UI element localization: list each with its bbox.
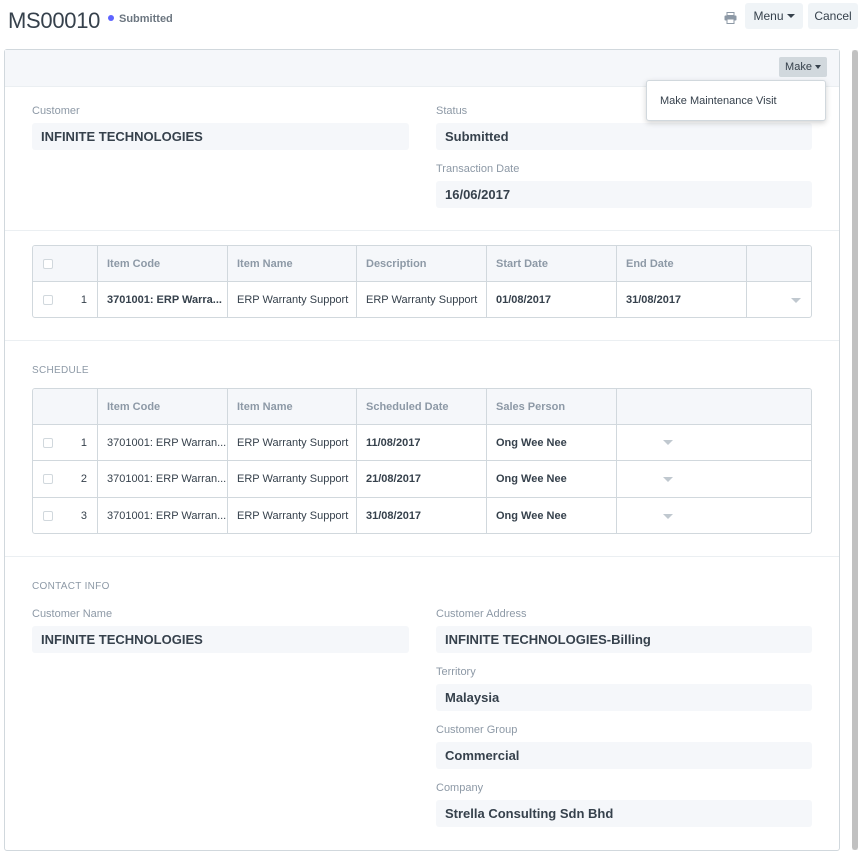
status-indicator-label: Submitted [119,13,173,25]
table-row[interactable]: 2 3701001: ERP Warran... ERP Warranty Su… [33,461,811,498]
table-row[interactable]: 3 3701001: ERP Warran... ERP Warranty Su… [33,498,811,533]
make-dropdown-menu: Make Maintenance Visit [646,80,826,121]
row-select-cell[interactable]: 1 [33,425,98,460]
item-name-cell[interactable]: ERP Warranty Support [228,461,357,497]
page-scrollbar[interactable] [852,50,858,850]
caret-down-icon [786,14,795,18]
caret-down-icon [791,297,801,303]
schedule-table-header: Item Code Item Name Scheduled Date Sales… [33,389,811,425]
checkbox-icon[interactable] [43,295,53,305]
start-date-cell[interactable]: 01/08/2017 [487,282,617,317]
menu-item-make-maintenance-visit[interactable]: Make Maintenance Visit [660,95,777,107]
item-code-cell[interactable]: 3701001: ERP Warran... [98,461,228,497]
table-row[interactable]: 1 3701001: ERP Warran... ERP Warranty Su… [33,425,811,461]
column-header-actions [617,389,811,424]
caret-down-icon [814,65,821,69]
checkbox-icon[interactable] [43,258,53,269]
cancel-button[interactable]: Cancel [808,3,858,29]
item-name-cell[interactable]: ERP Warranty Support [228,425,357,460]
checkbox-icon[interactable] [43,511,53,521]
customer-label: Customer [32,105,80,117]
customer-field[interactable]: INFINITE TECHNOLOGIES [32,123,409,150]
section-divider [5,556,839,557]
item-name-cell[interactable]: ERP Warranty Support [228,282,357,317]
sales-person-cell[interactable]: Ong Wee Nee [487,498,617,533]
contact-info-section-title: CONTACT INFO [32,581,110,592]
transaction-date-label: Transaction Date [436,163,520,175]
status-indicator: Submitted [108,13,173,25]
column-header: Item Name [228,246,357,281]
item-code-cell[interactable]: 3701001: ERP Warran... [98,498,228,533]
printer-icon[interactable] [718,6,742,30]
item-code-cell[interactable]: 3701001: ERP Warran... [98,425,228,460]
schedule-table: Item Code Item Name Scheduled Date Sales… [32,388,812,534]
column-header: Item Code [98,246,228,281]
row-expand-button[interactable] [617,461,811,497]
customer-name-label: Customer Name [32,608,113,620]
menu-button[interactable]: Menu [745,3,803,29]
column-header: Start Date [487,246,617,281]
item-name-cell[interactable]: ERP Warranty Support [228,498,357,533]
status-field[interactable]: Submitted [436,123,812,150]
customer-group-label: Customer Group [436,724,518,736]
page-header: MS00010 Submitted Menu Cancel [0,0,860,48]
sales-person-cell[interactable]: Ong Wee Nee [487,461,617,497]
page-title: MS00010 [8,8,101,33]
column-header: Scheduled Date [357,389,487,424]
transaction-date-field[interactable]: 16/06/2017 [436,181,812,208]
menu-button-label: Menu [753,9,784,23]
status-label: Status [436,105,468,117]
row-index: 3 [80,510,87,522]
make-button[interactable]: Make [779,57,827,77]
schedule-section-title: SCHEDULE [32,365,89,376]
column-header: End Date [617,246,747,281]
cancel-button-label: Cancel [814,9,852,23]
column-header: Item Code [98,389,228,424]
column-header-index [33,389,98,424]
customer-name-field[interactable]: INFINITE TECHNOLOGIES [32,626,409,653]
company-label: Company [436,782,484,794]
select-all-checkbox-cell[interactable] [33,246,98,281]
item-code-cell[interactable]: 3701001: ERP Warra... [98,282,228,317]
sales-person-cell[interactable]: Ong Wee Nee [487,425,617,460]
territory-label: Territory [436,666,476,678]
row-select-cell[interactable]: 2 [33,461,98,497]
column-header: Item Name [228,389,357,424]
caret-down-icon [663,476,673,482]
company-field[interactable]: Strella Consulting Sdn Bhd [436,800,812,827]
customer-address-label: Customer Address [436,608,527,620]
row-select-cell[interactable]: 3 [33,498,98,533]
caret-down-icon [663,440,673,445]
make-button-label: Make [785,61,812,73]
description-cell[interactable]: ERP Warranty Support [357,282,487,317]
row-expand-button[interactable] [747,282,811,317]
row-index: 1 [80,436,87,449]
column-header: Description [357,246,487,281]
row-select-cell[interactable]: 1 [33,282,98,317]
scheduled-date-cell[interactable]: 31/08/2017 [357,498,487,533]
column-header-actions [747,246,811,281]
section-divider [5,230,839,231]
scheduled-date-cell[interactable]: 11/08/2017 [357,425,487,460]
printer-glyph [724,12,736,24]
status-dot-icon [108,15,114,21]
caret-down-icon [663,513,673,519]
customer-group-field[interactable]: Commercial [436,742,812,769]
checkbox-icon[interactable] [43,474,53,484]
end-date-cell[interactable]: 31/08/2017 [617,282,747,317]
territory-field[interactable]: Malaysia [436,684,812,711]
section-divider [5,340,839,341]
row-expand-button[interactable] [617,425,811,460]
column-header: Sales Person [487,389,617,424]
items-table: Item Code Item Name Description Start Da… [32,245,812,318]
items-table-header: Item Code Item Name Description Start Da… [33,246,811,282]
customer-address-field[interactable]: INFINITE TECHNOLOGIES-Billing [436,626,812,653]
scrollbar-thumb[interactable] [852,50,858,850]
row-index: 1 [80,294,87,306]
row-index: 2 [80,473,87,485]
row-expand-button[interactable] [617,498,811,533]
checkbox-icon[interactable] [43,437,53,448]
scheduled-date-cell[interactable]: 21/08/2017 [357,461,487,497]
table-row[interactable]: 1 3701001: ERP Warra... ERP Warranty Sup… [33,282,811,317]
